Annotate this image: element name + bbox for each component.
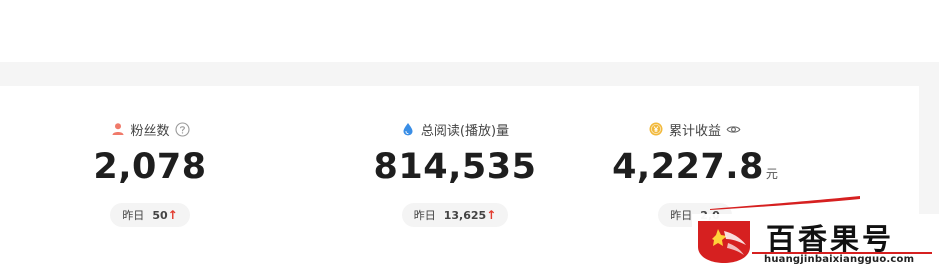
stat-fans-label: 粉丝数 xyxy=(130,123,170,139)
person-icon xyxy=(110,122,125,137)
coin-icon xyxy=(649,122,664,137)
stat-reads-value: 814,535 xyxy=(373,147,537,187)
watermark-url: huangjinbaixiangguo.com xyxy=(764,254,915,265)
watermark-title: 百香果号 xyxy=(766,222,895,256)
question-circle-icon[interactable] xyxy=(174,121,190,137)
stat-reads-label: 总阅读(播放)量 xyxy=(420,123,510,139)
watermark: 百香果号 huangjinbaixiangguo.com xyxy=(692,214,939,270)
watermark-logo xyxy=(698,221,750,263)
stat-reads: 总阅读(播放)量 814,535 昨日 13,625↑ xyxy=(370,86,540,227)
stat-fans: 粉丝数 2,078 昨日 50↑ xyxy=(90,86,210,227)
watermark-swoosh xyxy=(710,196,860,210)
droplet-icon xyxy=(401,122,416,137)
top-area xyxy=(0,0,939,62)
yesterday-label: 昨日 xyxy=(670,209,693,222)
stat-fans-label-row: 粉丝数 xyxy=(110,119,190,139)
yesterday-label: 昨日 xyxy=(413,209,436,222)
arrow-up-icon: ↑ xyxy=(486,208,497,222)
arrow-up-icon: ↑ xyxy=(167,208,178,222)
yesterday-label: 昨日 xyxy=(122,209,145,222)
stat-fans-yesterday: 昨日 50↑ xyxy=(110,203,190,227)
eye-icon[interactable] xyxy=(726,122,741,137)
stat-income-value: 4,227.8 xyxy=(612,147,764,187)
stat-income-label: 累计收益 xyxy=(668,123,721,139)
stat-reads-yesterday: 昨日 13,625↑ xyxy=(401,203,509,227)
stat-reads-label-row: 总阅读(播放)量 xyxy=(401,119,509,139)
yesterday-value: 13,625 xyxy=(443,209,487,222)
stat-fans-value: 2,078 xyxy=(93,147,207,187)
yesterday-value: 50 xyxy=(152,209,168,222)
stat-income-label-row: 累计收益 xyxy=(649,119,741,139)
stat-income-unit: 元 xyxy=(765,167,778,181)
